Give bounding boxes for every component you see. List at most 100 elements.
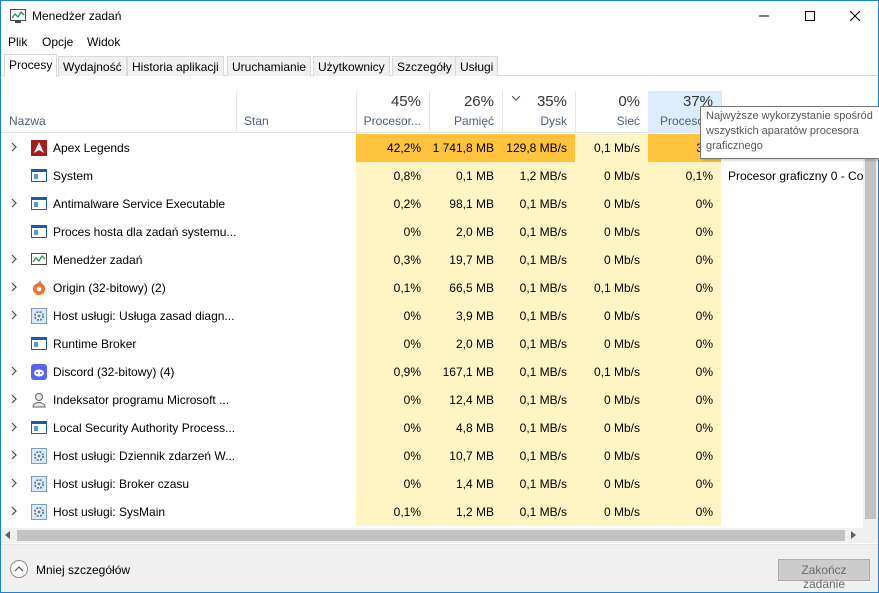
chevron-up-icon	[14, 566, 24, 572]
process-row[interactable]: Origin (32-bitowy) (2) 0,1% 66,5 MB 0,1 MB/…	[1, 274, 863, 302]
process-name: System	[53, 169, 94, 183]
chevron-right-icon[interactable]	[10, 422, 18, 432]
process-memory: 98,1 MB	[429, 190, 502, 218]
close-icon	[850, 11, 860, 21]
process-cpu: 0%	[356, 302, 429, 330]
menu-view[interactable]: Widok	[87, 35, 120, 49]
column-name[interactable]: Nazwa	[1, 91, 236, 133]
process-network: 0 Mb/s	[575, 386, 648, 414]
process-name: Host usługi: Broker czasu	[53, 477, 190, 491]
column-name-label: Nazwa	[9, 114, 46, 128]
task-manager-window: Menedżer zadań Plik Opcje Widok Procesy …	[0, 0, 879, 593]
window-app-icon	[31, 421, 47, 434]
process-row[interactable]: Host usługi: Broker czasu 0% 1,4 MB 0,1 MB/…	[1, 470, 863, 498]
process-cpu: 0,1%	[356, 274, 429, 302]
minimize-button[interactable]	[741, 1, 787, 31]
gear-icon	[31, 504, 47, 520]
process-gpu: 0%	[648, 246, 721, 274]
chevron-right-icon[interactable]	[10, 198, 18, 208]
process-row[interactable]: Discord (32-bitowy) (4) 0,9% 167,1 MB 0,1 M…	[1, 358, 863, 386]
process-row[interactable]: System 0,8% 0,1 MB 1,2 MB/s 0 Mb/s 0,1% Proces…	[1, 162, 863, 190]
process-cpu: 0%	[356, 386, 429, 414]
process-memory: 2,0 MB	[429, 218, 502, 246]
window-app-icon	[31, 197, 47, 210]
column-memory[interactable]: 26% Pamięć	[429, 91, 502, 133]
horizontal-scrollbar[interactable]	[1, 528, 863, 543]
column-network[interactable]: 0% Sieć	[575, 91, 648, 133]
tab-app-history[interactable]: Historia aplikacji	[127, 56, 224, 76]
column-cpu[interactable]: 45% Procesor...	[356, 91, 429, 133]
scroll-right-icon[interactable]	[851, 531, 856, 539]
column-memory-label: Pamięć	[453, 114, 494, 128]
process-cpu: 0%	[356, 470, 429, 498]
tooltip-line: wszystkich aparatów procesora	[706, 125, 859, 137]
window-app-icon	[31, 337, 47, 350]
process-row[interactable]: Host usługi: Dziennik zdarzeń W... 0% 10,7…	[1, 442, 863, 470]
process-disk: 0,1 MB/s	[502, 386, 575, 414]
tab-processes[interactable]: Procesy	[4, 54, 58, 77]
apex-icon	[31, 140, 47, 156]
vertical-scrollbar[interactable]	[863, 134, 878, 528]
chevron-right-icon[interactable]	[10, 450, 18, 460]
process-name: Origin (32-bitowy) (2)	[53, 281, 166, 295]
column-network-label: Sieć	[616, 114, 640, 128]
process-cpu: 0,1%	[356, 498, 429, 526]
process-network: 0,1 Mb/s	[575, 134, 648, 162]
tab-details[interactable]: Szczegóły	[392, 56, 457, 76]
chevron-right-icon[interactable]	[10, 282, 18, 292]
process-name: Apex Legends	[53, 141, 130, 155]
process-row[interactable]: Host usługi: Usługa zasad diagn... 0% 3,9 …	[1, 302, 863, 330]
process-gpu: 0%	[648, 386, 721, 414]
horizontal-scroll-thumb[interactable]	[17, 530, 845, 541]
process-name: Runtime Broker	[53, 337, 137, 351]
tab-users[interactable]: Użytkownicy	[313, 56, 390, 76]
network-total: 0%	[618, 93, 640, 110]
chevron-right-icon[interactable]	[10, 142, 18, 152]
menu-options[interactable]: Opcje	[42, 35, 73, 49]
discord-icon	[31, 364, 47, 380]
tab-performance[interactable]: Wydajność	[58, 56, 127, 76]
process-row[interactable]: Menedżer zadań 0,3% 19,7 MB 0,1 MB/s 0 Mb/s 0…	[1, 246, 863, 274]
process-gpu: 0%	[648, 358, 721, 386]
process-network: 0 Mb/s	[575, 442, 648, 470]
process-name: Menedżer zadań	[53, 253, 143, 267]
task-manager-icon	[10, 9, 26, 23]
process-row[interactable]: Indeksator programu Microsoft ... 0% 12,4 …	[1, 386, 863, 414]
tab-startup[interactable]: Uruchamianie	[227, 56, 312, 76]
chevron-right-icon[interactable]	[10, 478, 18, 488]
process-memory: 2,0 MB	[429, 330, 502, 358]
collapse-icon[interactable]	[10, 560, 28, 578]
chevron-right-icon[interactable]	[10, 310, 18, 320]
column-status[interactable]: Stan	[236, 91, 356, 133]
process-disk: 0,1 MB/s	[502, 442, 575, 470]
process-row[interactable]: Proces hosta dla zadań systemu... 0% 2,0 M…	[1, 218, 863, 246]
maximize-button[interactable]	[787, 1, 833, 31]
sort-descending-icon	[512, 96, 520, 101]
process-cpu: 0%	[356, 218, 429, 246]
gear-icon	[31, 308, 47, 324]
chevron-right-icon[interactable]	[10, 254, 18, 264]
process-row[interactable]: Host usługi: SysMain 0,1% 1,2 MB 0,1 MB/s 0 …	[1, 498, 863, 526]
close-button[interactable]	[832, 1, 878, 31]
menu-file[interactable]: Plik	[8, 35, 27, 49]
process-gpu: 0,1%	[648, 162, 721, 190]
process-row[interactable]: Antimalware Service Executable 0,2% 98,1 M…	[1, 190, 863, 218]
scroll-left-icon[interactable]	[5, 531, 10, 539]
process-gpu: 0%	[648, 190, 721, 218]
chevron-right-icon[interactable]	[10, 366, 18, 376]
maximize-icon	[805, 11, 815, 21]
process-row[interactable]: Local Security Authority Process... 0% 4,8…	[1, 414, 863, 442]
chevron-right-icon[interactable]	[10, 506, 18, 516]
tooltip-line: Najwyższe wykorzystanie spośród	[706, 110, 873, 122]
process-gpu: 0%	[648, 218, 721, 246]
process-disk: 0,1 MB/s	[502, 302, 575, 330]
column-disk[interactable]: 35% Dysk	[502, 91, 575, 133]
process-disk: 0,1 MB/s	[502, 218, 575, 246]
fewer-details-link[interactable]: Mniej szczegółów	[36, 563, 130, 577]
vertical-scroll-thumb[interactable]	[865, 149, 876, 519]
end-task-button[interactable]: Zakończ zadanie	[778, 559, 870, 591]
tab-services[interactable]: Usługi	[455, 56, 499, 76]
process-row[interactable]: Runtime Broker 0% 2,0 MB 0,1 MB/s 0 Mb/s 0%	[1, 330, 863, 358]
process-name: Antimalware Service Executable	[53, 197, 226, 211]
chevron-right-icon[interactable]	[10, 394, 18, 404]
